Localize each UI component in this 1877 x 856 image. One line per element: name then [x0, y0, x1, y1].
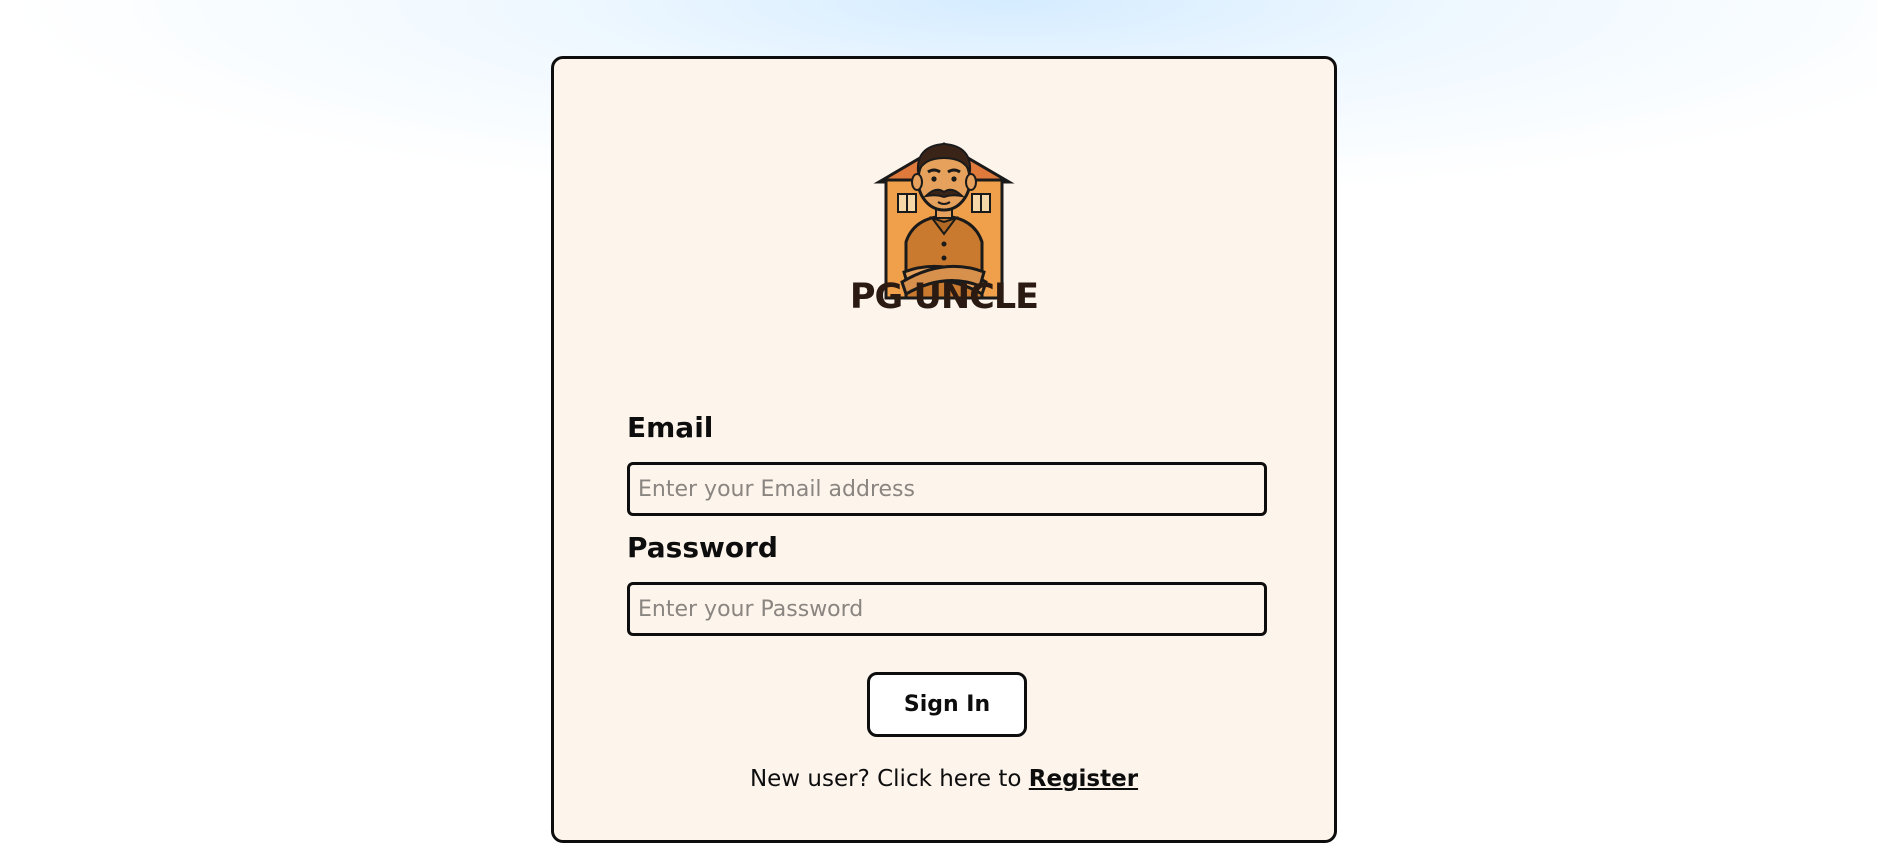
- password-field[interactable]: [627, 582, 1267, 636]
- brand-name: PG UNCLE: [849, 277, 1039, 317]
- email-label: Email: [627, 411, 714, 444]
- sign-in-button[interactable]: Sign In: [867, 672, 1027, 737]
- register-prompt-text: New user? Click here to: [749, 766, 1029, 792]
- login-card: PG UNCLE Email Password Sign In New user…: [551, 56, 1337, 843]
- register-prompt: New user? Click here to Register: [554, 766, 1334, 792]
- register-link[interactable]: Register: [1029, 766, 1138, 792]
- password-label: Password: [627, 531, 778, 564]
- email-field[interactable]: [627, 462, 1267, 516]
